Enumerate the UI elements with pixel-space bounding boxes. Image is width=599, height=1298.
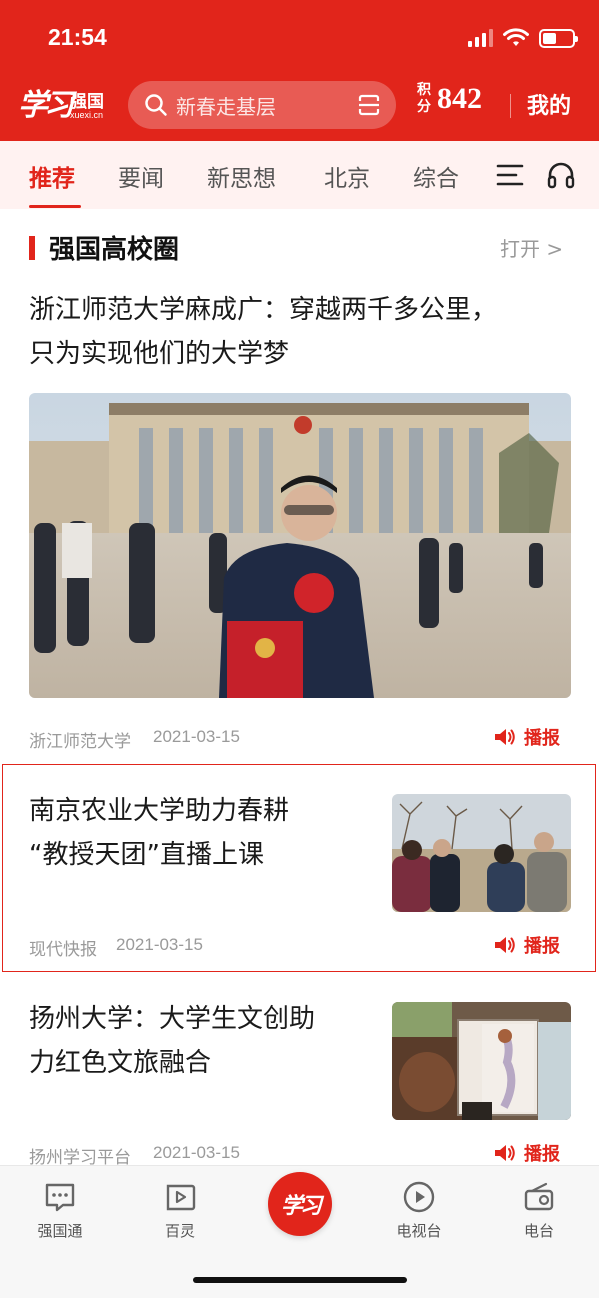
headphone-icon[interactable] [546, 160, 576, 190]
bailing-icon [166, 1184, 196, 1211]
logo-script: 学习 [18, 88, 74, 123]
article-source: 浙江师范大学 [29, 732, 131, 751]
section-title: 强国高校圈 [49, 235, 180, 265]
app-bar: 学习 强国 xuexi.cn 新春走基层 积分 842 我的 [0, 72, 599, 141]
article-date: 2021-03-15 [153, 1143, 240, 1162]
article-title-line-1: 南京农业大学助力春耕 [29, 796, 290, 826]
xuexi-center-icon[interactable]: 学习 [268, 1172, 332, 1236]
search-input[interactable]: 新春走基层 [128, 81, 396, 129]
tab-general[interactable]: 综合 [413, 159, 459, 193]
battery-level [543, 32, 556, 44]
article-image-lantern [392, 1002, 571, 1120]
top-header: 21:54 学习 强国 xuexi.cn 新春走基层 积分 842 我的 [0, 0, 599, 141]
speaker-icon [495, 729, 515, 745]
menu-icon[interactable] [496, 163, 524, 187]
nav-label: 百灵 [164, 1222, 195, 1240]
broadcast-button[interactable]: 播报 [494, 1140, 560, 1166]
points-label: 积分 [417, 82, 431, 115]
nav-center-text: 学习 [280, 1193, 322, 1219]
nav-tv[interactable]: 电视台 [379, 1180, 459, 1241]
xuexi-logo[interactable]: 学习 强国 xuexi.cn [18, 84, 110, 124]
broadcast-label: 播报 [524, 1144, 560, 1165]
mine-button[interactable]: 我的 [527, 88, 571, 120]
nav-label: 电视台 [396, 1222, 442, 1240]
great-hall-photo [29, 393, 571, 698]
signal-icon [468, 29, 493, 47]
status-bar: 21:54 [0, 0, 599, 72]
article-source: 现代快报 [29, 940, 97, 959]
search-icon [145, 94, 167, 116]
article-title-line-1: 扬州大学：大学生文创助 [29, 1004, 316, 1034]
article-title-line-2: 只为实现他们的大学梦 [29, 339, 290, 369]
article-image-great-hall [29, 393, 571, 698]
home-indicator[interactable] [193, 1277, 407, 1283]
scan-icon[interactable] [358, 94, 380, 116]
article-title-line-2: “教授天团”直播上课 [29, 840, 264, 870]
article-title-line-2: 力红色文旅融合 [29, 1048, 212, 1078]
points-value: 842 [437, 82, 482, 115]
nav-qiangguotong[interactable]: 强国通 [20, 1180, 100, 1241]
nav-label: 强国通 [37, 1222, 83, 1240]
article-date: 2021-03-15 [153, 727, 240, 746]
tab-beijing[interactable]: 北京 [324, 159, 370, 193]
broadcast-label: 播报 [524, 728, 560, 749]
broadcast-button[interactable]: 播报 [494, 724, 560, 750]
active-tab-indicator [29, 205, 81, 208]
open-link[interactable]: 打开 > [500, 233, 563, 262]
battery-icon [539, 28, 578, 48]
nav-radio[interactable]: 电台 [499, 1180, 579, 1241]
nav-label: 电台 [523, 1222, 554, 1240]
broadcast-label: 播报 [524, 936, 560, 957]
channel-tabs: 推荐 要闻 新思想 北京 综合 [0, 141, 599, 209]
lantern-photo [392, 1002, 571, 1120]
search-placeholder: 新春走基层 [176, 95, 276, 119]
play-icon [403, 1181, 435, 1213]
speaker-icon [495, 1145, 515, 1161]
article-title-line-1: 浙江师范大学麻成广：穿越两千多公里， [29, 295, 498, 325]
tab-headlines[interactable]: 要闻 [118, 159, 164, 193]
nav-bailing[interactable]: 百灵 [140, 1180, 220, 1241]
header-divider [510, 94, 511, 118]
section-accent-bar [29, 236, 35, 260]
wifi-icon [503, 28, 529, 46]
broadcast-button[interactable]: 播报 [494, 932, 560, 958]
status-icons [468, 28, 578, 48]
speaker-icon [495, 937, 515, 953]
radio-icon [524, 1182, 554, 1211]
status-time: 21:54 [48, 24, 107, 50]
tab-recommend[interactable]: 推荐 [29, 159, 75, 193]
tab-new-thought[interactable]: 新思想 [207, 159, 276, 193]
logo-url: xuexi.cn [70, 110, 104, 120]
orchard-photo [392, 794, 571, 912]
article-date: 2021-03-15 [116, 935, 203, 954]
chat-icon [45, 1183, 75, 1212]
logo-name: 强国 [70, 92, 104, 112]
article-image-orchard [392, 794, 571, 912]
